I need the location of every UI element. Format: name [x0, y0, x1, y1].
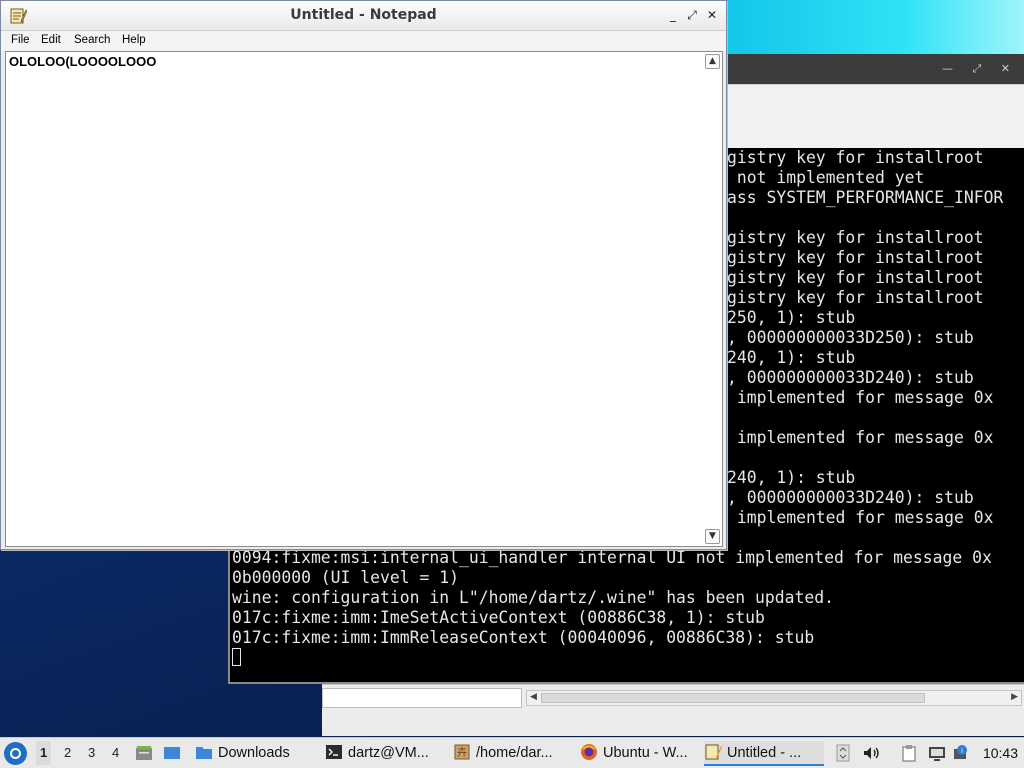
task-label: Ubuntu - W...	[603, 745, 688, 761]
volume-icon[interactable]	[862, 744, 880, 762]
terminal-line: ass SYSTEM_PERFORMANCE_INFOR	[727, 188, 1004, 207]
start-menu-button[interactable]	[4, 742, 27, 765]
background-window-titlebar[interactable]: — ⤢ ✕	[724, 54, 1024, 84]
terminal-line: gistry key for installroot	[727, 148, 984, 167]
terminal-line: implemented for message 0x	[727, 388, 994, 407]
terminal-line: 0b000000 (UI level = 1)	[232, 568, 459, 587]
window-title: Untitled - Notepad	[290, 7, 437, 23]
terminal-line: gistry key for installroot	[727, 248, 984, 267]
task-downloads[interactable]: Downloads	[195, 741, 307, 766]
terminal-line: gistry key for installroot	[727, 288, 984, 307]
terminal-line: , 000000000033D240): stub	[727, 368, 974, 387]
scroll-left-icon[interactable]: ◀	[530, 692, 537, 702]
folder-icon	[196, 747, 212, 759]
terminal-cursor	[232, 648, 241, 666]
terminal-line: implemented for message 0x	[727, 508, 994, 527]
terminal-line: 017c:fixme:imm:ImeSetActiveContext (0088…	[232, 608, 765, 627]
task-label: dartz@VM...	[348, 745, 429, 761]
svg-text:卉: 卉	[457, 746, 467, 759]
svg-text:i: i	[961, 747, 963, 755]
terminal-line: not implemented yet	[727, 168, 925, 187]
maximize-button[interactable]: ⤢	[684, 7, 700, 23]
task-label: /home/dar...	[476, 745, 553, 761]
status-field	[322, 688, 522, 708]
background-window-toolbar	[724, 84, 1024, 148]
background-window[interactable]: — ⤢ ✕	[724, 54, 1024, 148]
menu-search[interactable]: Search	[74, 34, 110, 46]
terminal-line: 250, 1): stub	[727, 308, 856, 327]
terminal-line: , 000000000033D240): stub	[727, 488, 974, 507]
task-label: Untitled - ...	[727, 745, 802, 761]
minimize-button[interactable]: _	[665, 7, 681, 23]
notepad-titlebar[interactable]: Untitled - Notepad _ ⤢ ✕	[1, 1, 726, 31]
terminal-line: wine: configuration in L"/home/dartz/.wi…	[232, 588, 834, 607]
terminal-line: gistry key for installroot	[727, 268, 984, 287]
task-label: Downloads	[218, 745, 290, 761]
menu-file[interactable]: File	[11, 34, 30, 46]
wallpaper-highlight	[724, 0, 1024, 56]
terminal-line: implemented for message 0x	[727, 428, 994, 447]
clock[interactable]: 10:43	[983, 745, 1018, 761]
editor-content[interactable]: OLOLOO(LOOOOLOOO	[9, 54, 156, 69]
task-notepad[interactable]: Untitled - ...	[704, 741, 824, 766]
task-terminal[interactable]: dartz@VM...	[325, 741, 437, 766]
menu-edit[interactable]: Edit	[41, 34, 61, 46]
tray-scroll-icon[interactable]	[836, 744, 850, 762]
clipboard-icon[interactable]	[900, 744, 918, 762]
display-icon[interactable]	[928, 744, 946, 762]
horizontal-scrollbar[interactable]: ◀ ▶	[526, 690, 1022, 706]
close-button[interactable]: ✕	[704, 7, 720, 23]
text-editor-area[interactable]: OLOLOO(LOOOOLOOO ▲ ▼	[5, 51, 723, 547]
workspace-3[interactable]: 3	[88, 745, 95, 760]
file-manager-launcher-icon[interactable]	[135, 744, 153, 762]
scroll-down-icon[interactable]: ▼	[705, 529, 720, 544]
menu-bar: File Edit Search Help	[1, 31, 726, 51]
taskbar: 1 2 3 4 Downloads dartz@VM... 卉/home/dar…	[0, 737, 1024, 768]
show-desktop-icon[interactable]	[163, 744, 181, 762]
notepad-window[interactable]: Untitled - Notepad _ ⤢ ✕ File Edit Searc…	[0, 0, 727, 550]
workspace-1[interactable]: 1	[36, 741, 52, 765]
terminal-line: 240, 1): stub	[727, 468, 856, 487]
scroll-up-icon[interactable]: ▲	[705, 54, 720, 69]
task-firefox[interactable]: Ubuntu - W...	[580, 741, 696, 766]
background-window-footer: ◀ ▶	[322, 684, 1024, 736]
scrollbar-thumb[interactable]	[541, 693, 925, 703]
background-window-controls[interactable]: — ⤢ ✕	[942, 62, 1018, 76]
notepad-icon	[705, 744, 722, 760]
workspace-2[interactable]: 2	[64, 745, 71, 760]
firefox-icon	[581, 744, 597, 760]
terminal-line: gistry key for installroot	[727, 228, 984, 247]
scroll-right-icon[interactable]: ▶	[1011, 692, 1018, 702]
wine-icon: 卉	[454, 744, 470, 760]
terminal-line: 240, 1): stub	[727, 348, 856, 367]
terminal-line: , 000000000033D250): stub	[727, 328, 974, 347]
task-wine-folder[interactable]: 卉/home/dar...	[453, 741, 569, 766]
network-icon[interactable]: i	[952, 744, 970, 762]
menu-help[interactable]: Help	[122, 34, 146, 46]
workspace-4[interactable]: 4	[112, 745, 119, 760]
terminal-line: 017c:fixme:imm:ImmReleaseContext (000400…	[232, 628, 815, 647]
terminal-line: 0094:fixme:msi:internal_ui_handler inter…	[232, 548, 992, 567]
terminal-icon	[326, 745, 342, 759]
